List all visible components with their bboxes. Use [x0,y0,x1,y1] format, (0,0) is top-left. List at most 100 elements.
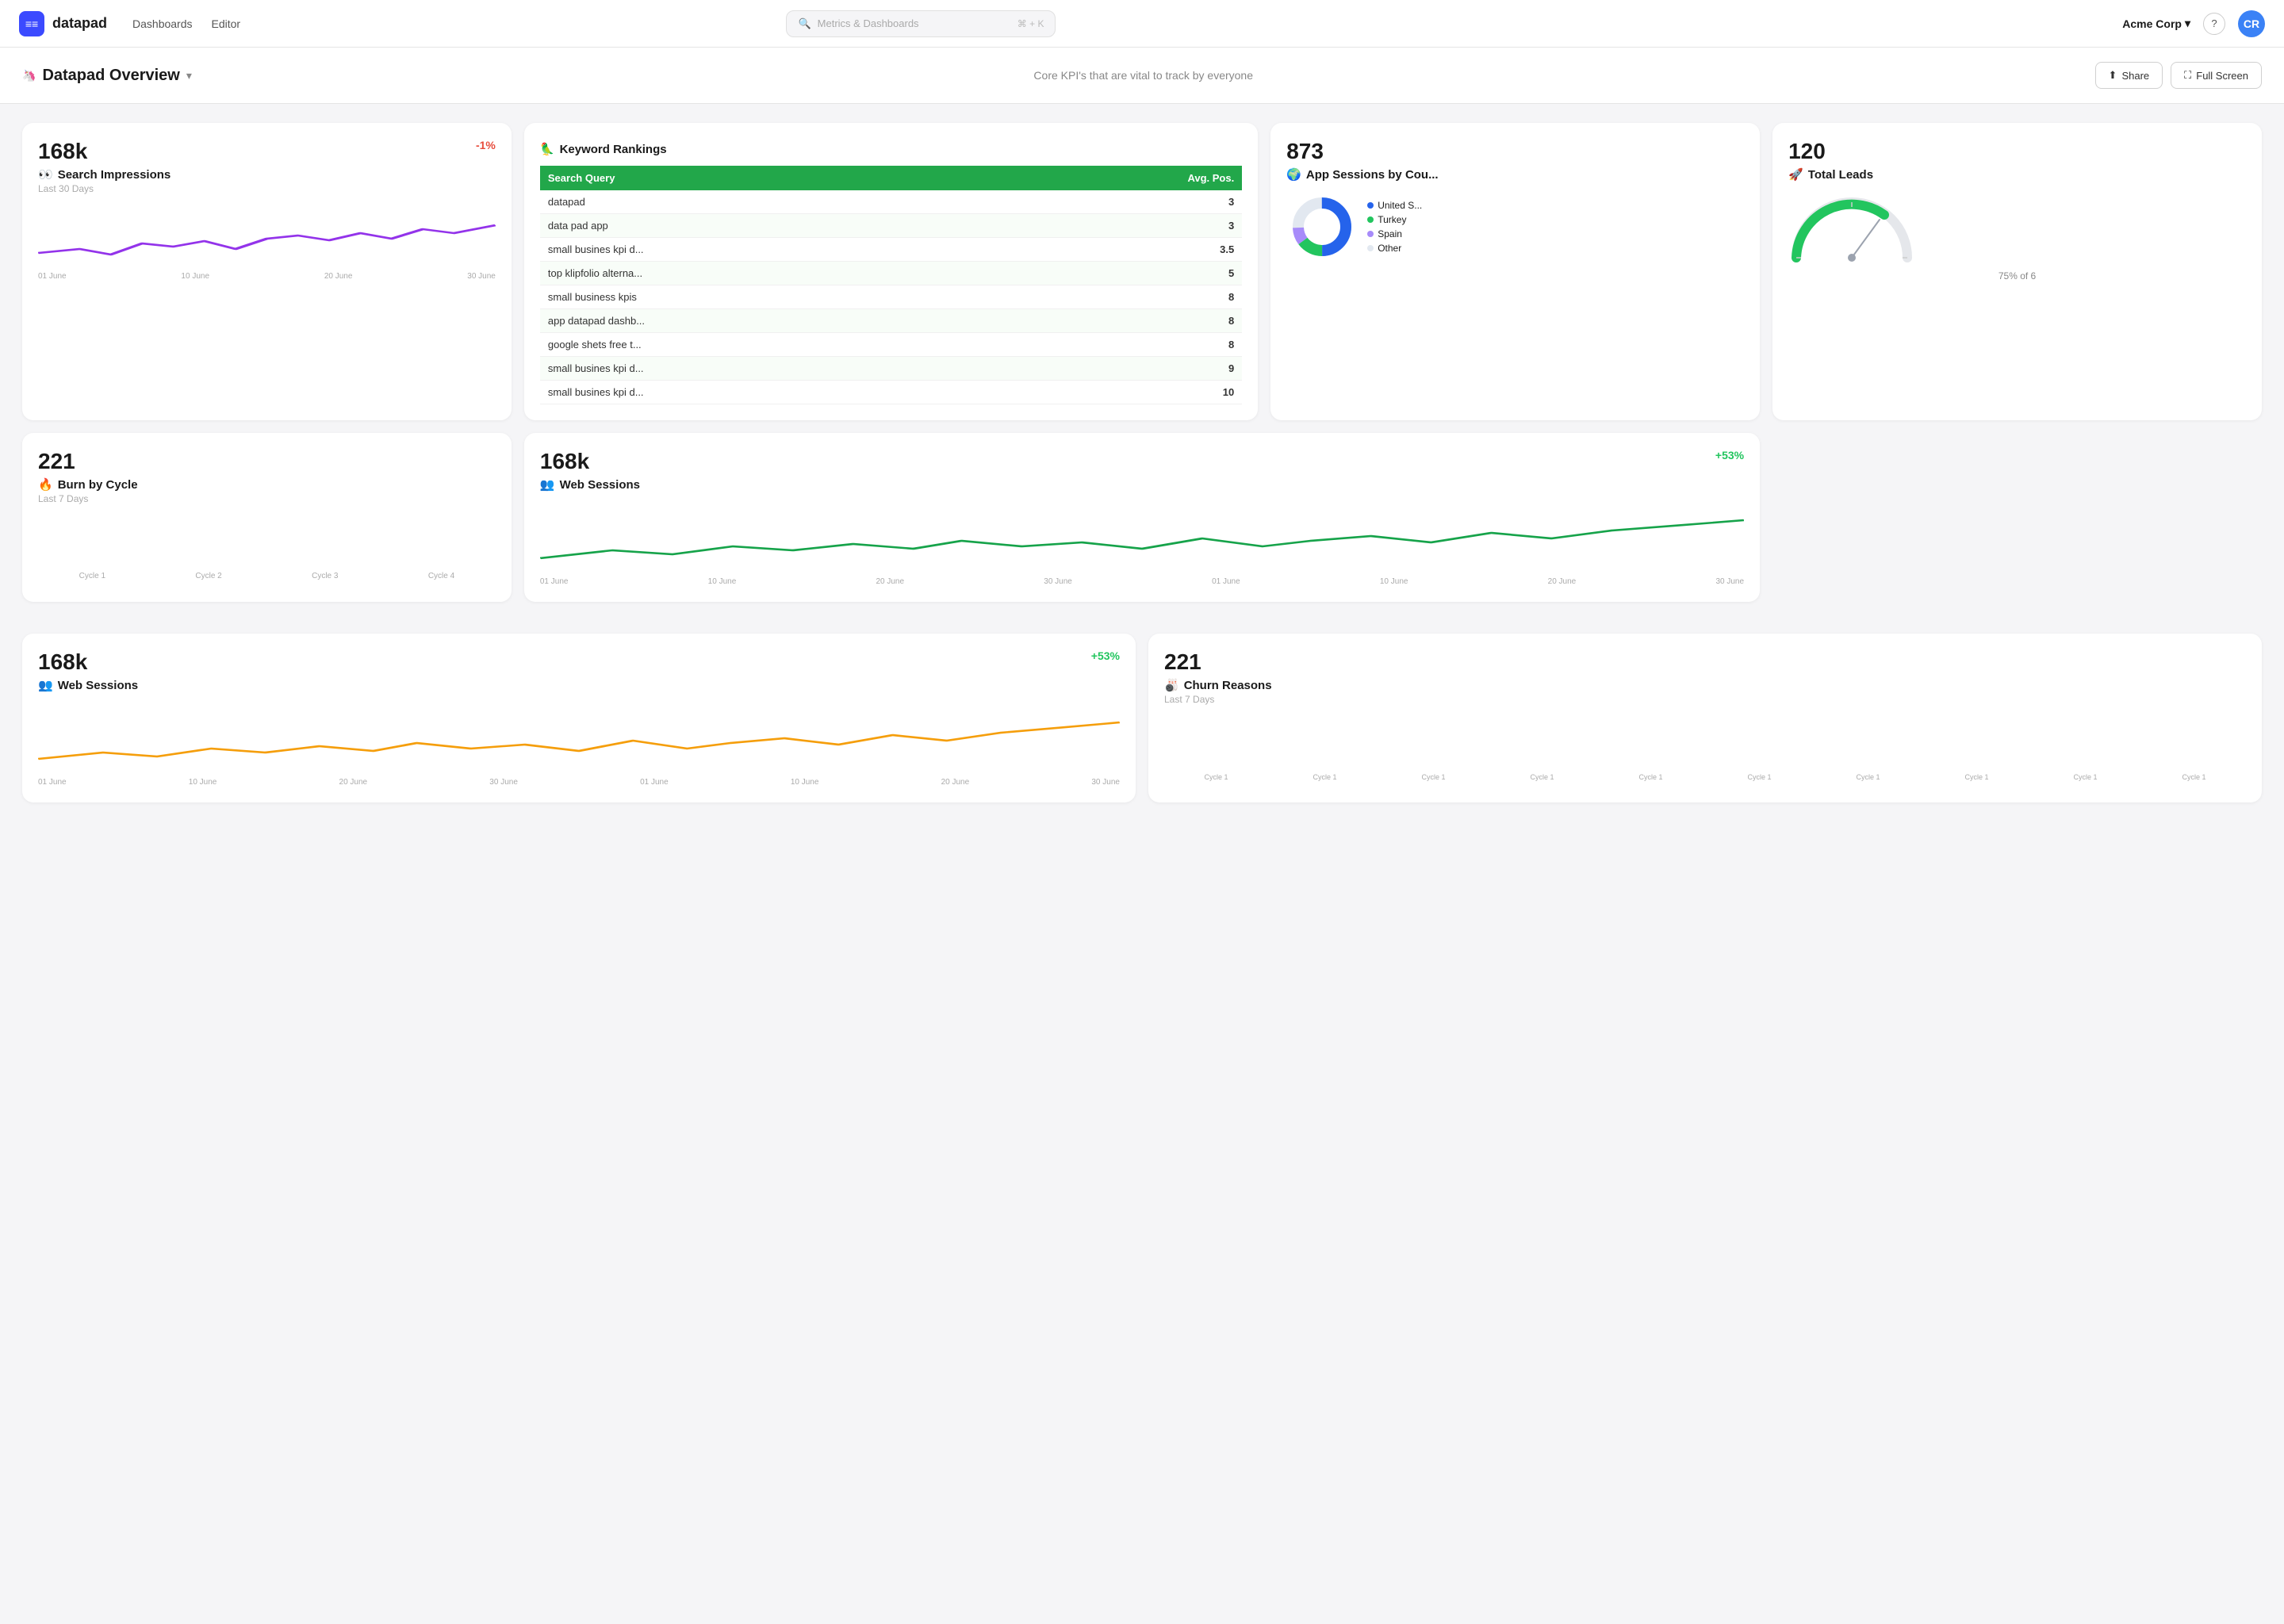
legend-dot [1367,216,1374,223]
burn-bar-group: Cycle 1 [38,569,147,580]
churn-subtitle: Last 7 Days [1164,694,2246,705]
keyword-rankings-card: 🦜 Keyword Rankings Search Query Avg. Pos… [524,123,1258,420]
churn-bar-group: Cycle 1 [1273,771,1377,781]
kw-col-pos: Avg. Pos. [992,166,1243,190]
logo-text: datapad [52,15,107,32]
churn-bar-group: Cycle 1 [1707,771,1811,781]
churn-bar-label: Cycle 1 [2073,773,2097,781]
search-bar[interactable]: 🔍 Metrics & Dashboards ⌘ + K [786,10,1056,37]
churn-bar-group: Cycle 1 [1925,771,2029,781]
web-sessions-bottom-title: 👥 Web Sessions [38,678,1120,692]
nav-links: Dashboards Editor [132,14,240,33]
binoculars-icon: 👀 [38,167,53,182]
burn-subtitle: Last 7 Days [38,493,496,504]
burn-bar-group: Cycle 3 [270,569,379,580]
legend-dot [1367,202,1374,209]
churn-bar-group: Cycle 1 [2142,771,2246,781]
keyword-query: data pad app [540,214,992,238]
avatar[interactable]: CR [2238,10,2265,37]
legend-item: Turkey [1367,214,1422,225]
churn-bar-group: Cycle 1 [1816,771,1920,781]
search-impressions-title: 👀 Search Impressions [38,167,496,182]
web-sessions-mid-title: 👥 Web Sessions [540,477,1744,492]
search-impressions-card: 168k -1% 👀 Search Impressions Last 30 Da… [22,123,512,420]
churn-bar-label: Cycle 1 [1313,773,1336,781]
keyword-pos: 9 [992,357,1243,381]
burn-bar-label: Cycle 2 [195,572,221,580]
keyword-pos: 3 [992,190,1243,214]
churn-bar-group: Cycle 1 [2033,771,2137,781]
search-icon: 🔍 [798,17,811,30]
keyword-pos: 8 [992,333,1243,357]
page-title-area: 🦄 Datapad Overview ▾ [22,67,192,85]
burn-bar-chart: Cycle 1 Cycle 2 Cycle 3 Cycle 4 [38,517,496,580]
users-icon: 👥 [540,477,555,492]
churn-bar-group: Cycle 1 [1490,771,1594,781]
legend-label: Spain [1378,228,1402,239]
legend-label: Turkey [1378,214,1406,225]
keyword-table: Search Query Avg. Pos. datapad3data pad … [540,166,1242,404]
keyword-pos: 10 [992,381,1243,404]
total-leads-title: 🚀 Total Leads [1788,167,2246,182]
web-sessions-mid-chart: 01 June10 June20 June30 June 01 June10 J… [540,503,1744,586]
churn-bar-label: Cycle 1 [1204,773,1228,781]
keyword-query: datapad [540,190,992,214]
page-subtitle: Core KPI's that are vital to track by ev… [192,69,2095,82]
bowling-icon: 🎳 [1164,678,1179,692]
keyword-table-body: datapad3data pad app3small busines kpi d… [540,190,1242,404]
churn-bar-group: Cycle 1 [1164,771,1268,781]
total-leads-value: 120 [1788,139,1826,163]
users-icon-bottom: 👥 [38,678,53,692]
gauge-area: 75% of 6 [1788,194,2246,282]
keyword-table-row: small busines kpi d...9 [540,357,1242,381]
kw-col-query: Search Query [540,166,992,190]
globe-icon: 🌍 [1286,167,1301,182]
chevron-down-icon[interactable]: ▾ [186,69,192,82]
keyword-query: small busines kpi d... [540,238,992,262]
gauge-label: 75% of 6 [1788,270,2246,282]
total-leads-card: 120 🚀 Total Leads 75% of 6 [1772,123,2262,420]
nav-dashboards[interactable]: Dashboards [132,14,193,33]
burn-bar-label: Cycle 4 [428,572,454,580]
keyword-pos: 8 [992,309,1243,333]
keyword-table-row: app datapad dashb...8 [540,309,1242,333]
nav-editor[interactable]: Editor [212,14,241,33]
share-button[interactable]: ⬆ Share [2095,62,2163,89]
keyword-pos: 5 [992,262,1243,285]
dashboard-grid: 168k -1% 👀 Search Impressions Last 30 Da… [0,104,2284,634]
legend-dot [1367,245,1374,251]
legend-item: United S... [1367,200,1422,211]
header-actions: ⬆ Share ⛶ Full Screen [2095,62,2262,89]
help-icon[interactable]: ? [2203,13,2225,35]
nav-right: Acme Corp ▾ ? CR [2122,10,2265,37]
fullscreen-button[interactable]: ⛶ Full Screen [2171,62,2262,89]
burn-value: 221 [38,449,75,473]
burn-title: 🔥 Burn by Cycle [38,477,496,492]
churn-value: 221 [1164,649,1201,674]
churn-bar-chart: Cycle 1 Cycle 1 Cycle 1 Cycle 1 Cycle 1 … [1164,718,2246,781]
churn-bar-label: Cycle 1 [2182,773,2205,781]
web-sessions-mid-value: 168k [540,449,589,474]
bottom-grid: 168k +53% 👥 Web Sessions 01 June10 June2… [0,634,2284,822]
burn-by-cycle-card: 221 🔥 Burn by Cycle Last 7 Days Cycle 1 … [22,433,512,602]
donut-area: United S...TurkeySpainOther [1286,191,1744,262]
page-header: 🦄 Datapad Overview ▾ Core KPI's that are… [0,48,2284,104]
keyword-table-row: datapad3 [540,190,1242,214]
web-sessions-mid-card: 168k +53% 👥 Web Sessions 01 June10 June2… [524,433,1760,602]
keyword-query: top klipfolio alterna... [540,262,992,285]
logo-icon: ≡≡ [19,11,44,36]
keyword-table-row: small busines kpi d...10 [540,381,1242,404]
churn-bar-label: Cycle 1 [1638,773,1662,781]
app-sessions-card: 873 🌍 App Sessions by Cou... United S...… [1270,123,1760,420]
search-impressions-axis: 01 June10 June20 June30 June [38,272,496,281]
keyword-table-row: google shets free t...8 [540,333,1242,357]
dashboard-emoji: 🦄 [22,69,36,82]
keyword-query: small busines kpi d... [540,357,992,381]
logo-area[interactable]: ≡≡ datapad [19,11,107,36]
search-placeholder: Metrics & Dashboards [818,17,919,29]
keyword-query: google shets free t... [540,333,992,357]
company-name[interactable]: Acme Corp ▾ [2122,17,2190,30]
burn-bar-group: Cycle 2 [155,569,263,580]
web-sessions-bottom-axis: 01 June10 June20 June30 June 01 June10 J… [38,778,1120,787]
card-header-row: 168k -1% [38,139,496,164]
